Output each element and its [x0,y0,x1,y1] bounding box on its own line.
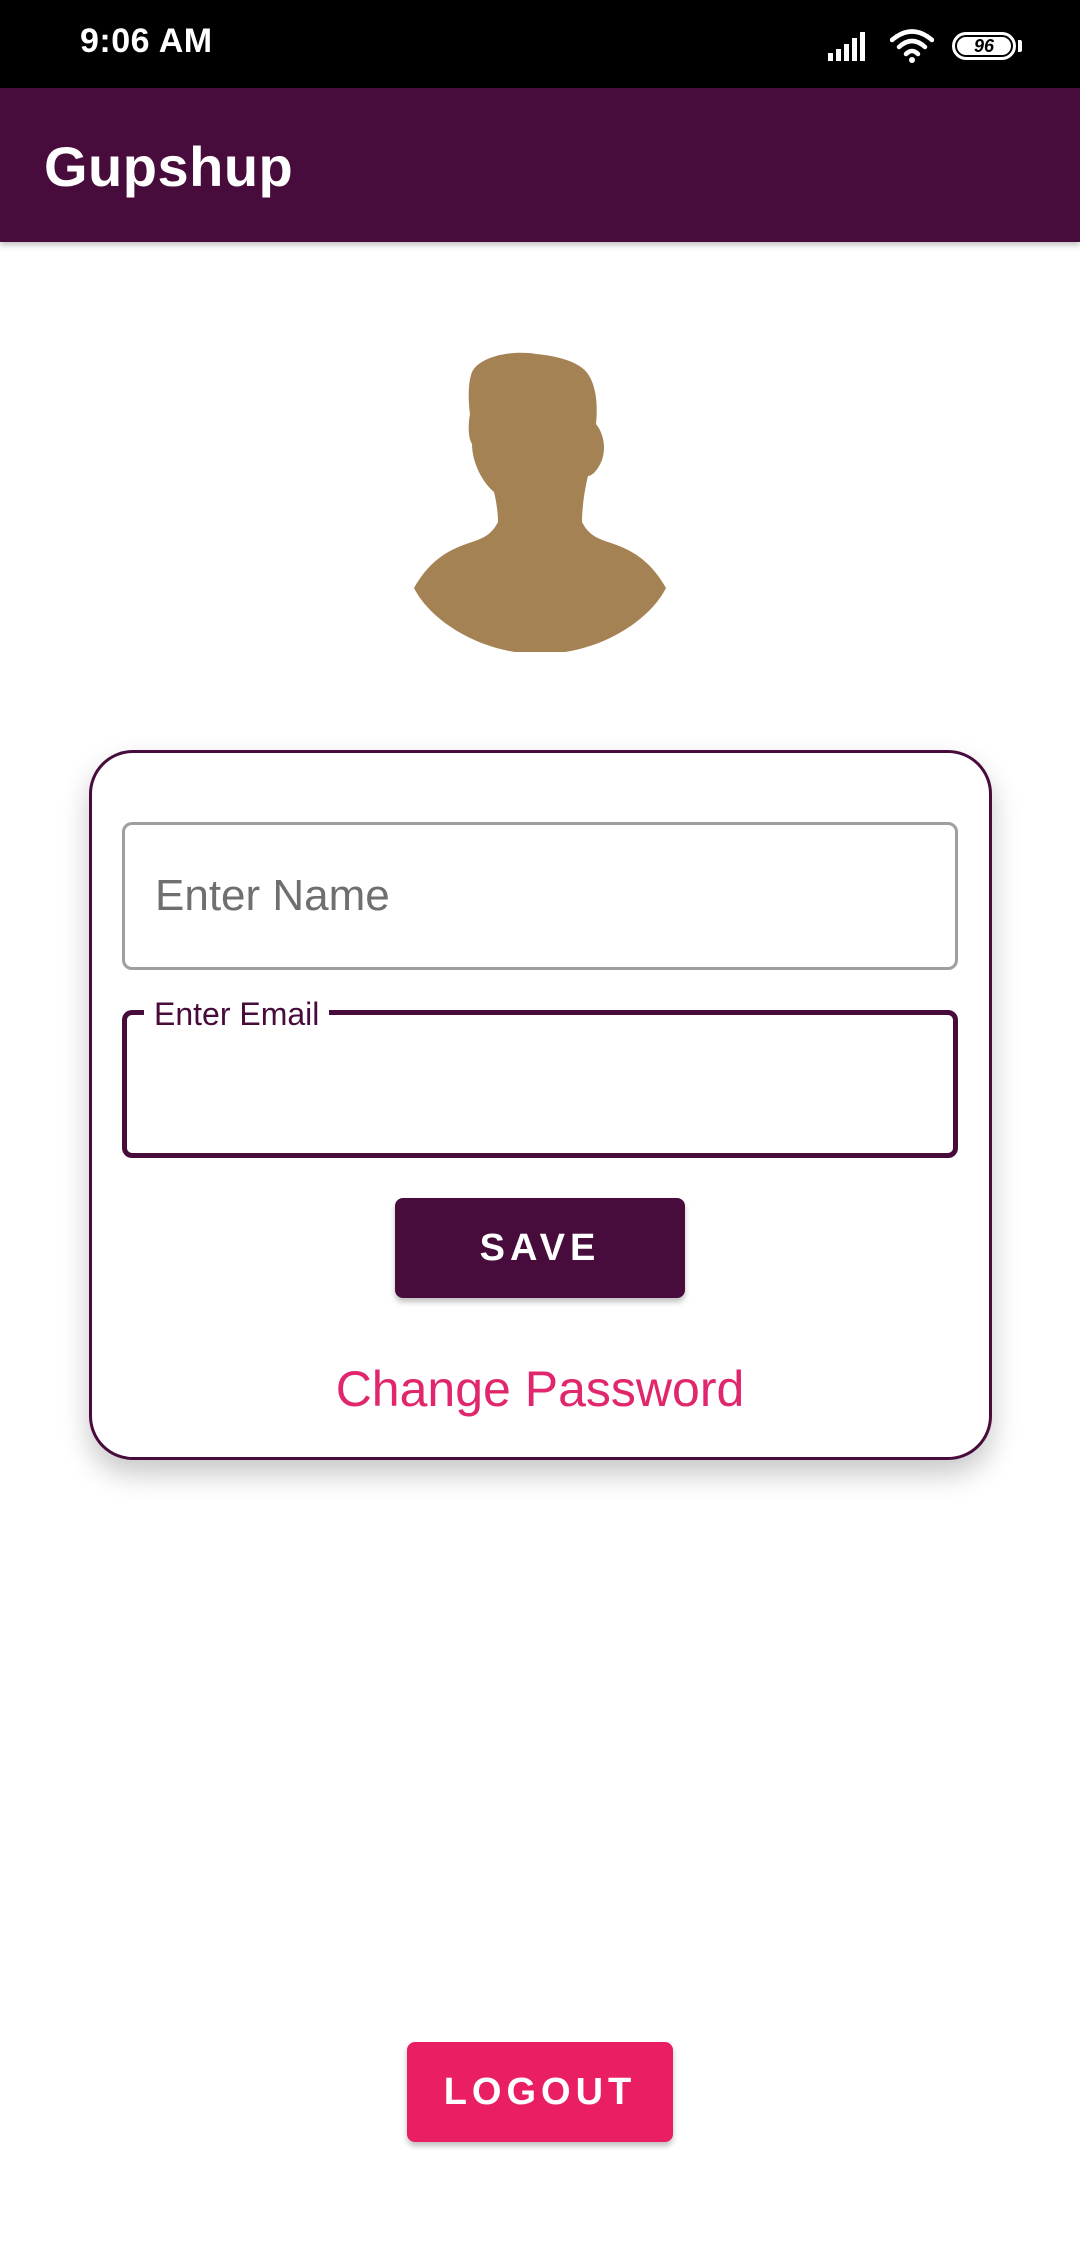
status-icons: 96 [828,26,1022,66]
battery-icon: 96 [952,32,1016,60]
signal-icon [828,32,865,61]
name-input[interactable] [155,825,925,967]
status-time: 9:06 AM [80,22,213,60]
battery-cap [1018,40,1022,52]
app-title: Gupshup [44,135,294,198]
app-bar: Gupshup [0,88,1080,242]
profile-screen: 9:06 AM 96 Gupshup Enter Name Enter Emai… [0,0,1080,2246]
person-silhouette-icon[interactable] [412,352,668,652]
battery-level: 96 [973,35,995,56]
change-password-link[interactable]: Change Password [240,1360,840,1418]
name-field[interactable] [122,822,958,970]
status-bar: 9:06 AM 96 [0,0,1080,88]
email-field-label: Enter Email [144,994,330,1034]
logout-button[interactable]: LOGOUT [407,2042,673,2142]
wifi-icon [890,29,934,63]
save-button[interactable]: SAVE [395,1198,685,1298]
email-input[interactable] [155,1035,925,1135]
